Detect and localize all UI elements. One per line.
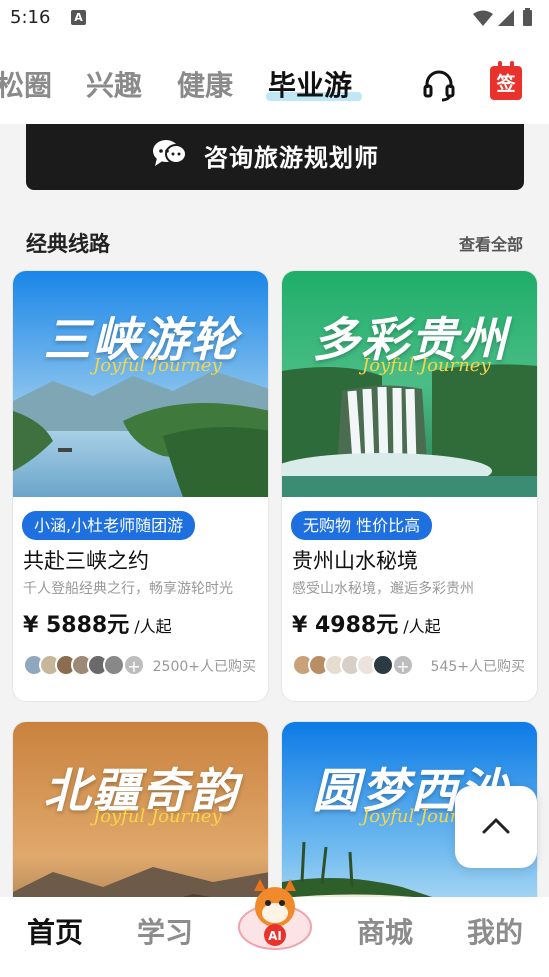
buyer-avatars: + (292, 654, 414, 676)
tab-interest[interactable]: 兴趣 (86, 64, 142, 104)
bottom-tab-home[interactable]: 首页 (27, 911, 83, 951)
route-art-script: Joyful Journey (362, 355, 491, 376)
buyer-count: 2500+人已购买 (152, 659, 256, 675)
sign-in-icon[interactable]: 签 (490, 61, 522, 100)
route-price-unit: /人起 (398, 617, 441, 636)
chat-bubbles-icon (153, 140, 186, 166)
route-card[interactable]: 北疆奇韵 Joyful Journey (12, 721, 269, 921)
view-all-link[interactable]: 查看全部 (459, 231, 523, 255)
top-nav: 松圈 兴趣 健康 毕业游 签 (0, 36, 549, 124)
accessibility-badge-icon: A (71, 10, 86, 25)
tab-songquan[interactable]: 松圈 (0, 64, 52, 104)
status-bar: 5:16 A (0, 0, 549, 36)
signal-battery-icon (473, 8, 532, 26)
route-card-image: 三峡游轮 Joyful Journey (13, 271, 268, 497)
route-price-unit: /人起 (129, 617, 172, 636)
more-avatars-icon: + (392, 654, 414, 676)
section-title: 经典线路 (26, 232, 110, 256)
avatar (372, 654, 394, 676)
route-price: ¥ 4988元 /人起 (292, 607, 441, 639)
bottom-tab-study[interactable]: 学习 (137, 911, 193, 951)
route-name: 共赴三峡之约 (23, 549, 149, 573)
tab-graduation-trip[interactable]: 毕业游 (268, 64, 352, 104)
avatar (103, 654, 125, 676)
route-art-script: Joyful Journey (93, 355, 222, 376)
route-description: 感受山水秘境，邂逅多彩贵州 (292, 581, 474, 597)
route-price: ¥ 5888元 /人起 (23, 607, 172, 639)
route-price-value: ¥ 5888元 (23, 613, 130, 638)
consult-button-label: 咨询旅游规划师 (204, 144, 379, 172)
route-card-image: 多彩贵州 Joyful Journey (282, 271, 537, 497)
consult-planner-button[interactable]: 咨询旅游规划师 (26, 124, 524, 190)
route-description: 千人登船经典之行，畅享游轮时光 (23, 581, 233, 597)
bottom-tab-mall[interactable]: 商城 (357, 911, 413, 951)
bottom-nav: 首页 学习 AI 商城 我的 (0, 879, 549, 977)
more-avatars-icon: + (123, 654, 145, 676)
ai-assistant-squirrel-icon[interactable]: AI (236, 877, 314, 953)
bottom-tab-mine[interactable]: 我的 (467, 911, 523, 951)
route-card-image: 北疆奇韵 Joyful Journey (13, 722, 268, 920)
ai-label: AI (268, 929, 282, 943)
route-card[interactable]: 多彩贵州 Joyful Journey 无购物 性价比高 贵州山水秘境 感受山水… (281, 270, 538, 702)
buyer-avatars: + (23, 654, 145, 676)
tab-health[interactable]: 健康 (177, 64, 233, 104)
buyer-count: 545+人已购买 (430, 659, 525, 675)
headset-icon[interactable] (422, 68, 456, 102)
scroll-to-top-button[interactable] (455, 786, 537, 868)
route-tag: 小涵,小杜老师随团游 (22, 511, 196, 540)
chevron-up-icon (482, 818, 510, 834)
route-price-value: ¥ 4988元 (292, 613, 399, 638)
route-card[interactable]: 三峡游轮 Joyful Journey 小涵,小杜老师随团游 共赴三峡之约 千人… (12, 270, 269, 702)
route-name: 贵州山水秘境 (292, 549, 418, 573)
route-tag: 无购物 性价比高 (291, 511, 433, 540)
route-art-script: Joyful Journey (93, 806, 222, 827)
status-time: 5:16 (10, 7, 51, 28)
